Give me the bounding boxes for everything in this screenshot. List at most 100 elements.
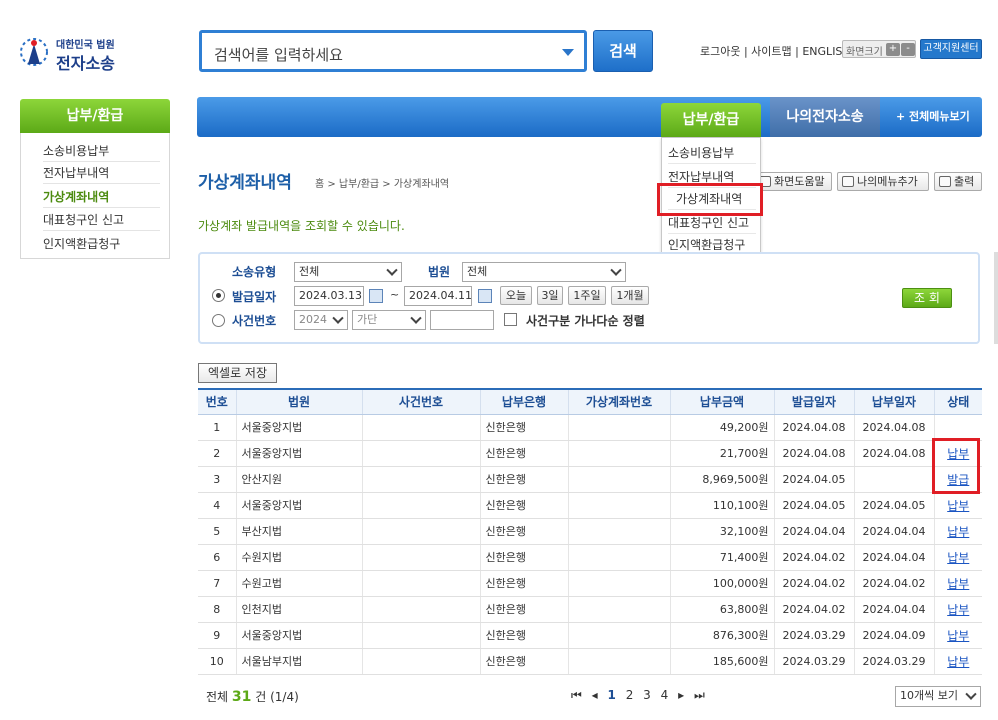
font-plus-button[interactable]: +: [886, 43, 900, 56]
sort-label: 사건구분 가나다순 정렬: [526, 314, 645, 328]
util-links[interactable]: 로그아웃 | 사이트맵 | ENGLISH: [700, 43, 851, 59]
bookmark-icon: [842, 176, 854, 187]
cell-status: 납부: [933, 648, 982, 675]
year-select[interactable]: 2024: [294, 310, 348, 330]
cell-issue: 2024.04.05: [773, 492, 854, 519]
date-to-input[interactable]: 2024.04.11: [404, 286, 472, 306]
status-link[interactable]: 납부: [947, 655, 969, 669]
add-my-menu-button[interactable]: 나의메뉴추가: [837, 172, 929, 191]
quick-today-button[interactable]: 오늘: [500, 286, 532, 305]
calendar-icon[interactable]: [478, 289, 492, 303]
customer-center-button[interactable]: 고객지원센터: [920, 39, 982, 59]
quick-1month-button[interactable]: 1개월: [611, 286, 649, 305]
sidebar-item-representative[interactable]: 대표청구인 신고: [43, 209, 160, 231]
table-row[interactable]: 1 서울중앙지법 신한은행 49,200원 2024.04.08 2024.04.08: [198, 414, 982, 441]
first-page-icon[interactable]: ⏮: [571, 688, 582, 702]
cell-account: [567, 622, 670, 649]
table-row[interactable]: 4 서울중앙지법 신한은행 110,100원 2024.04.05 2024.04.05 납…: [198, 492, 982, 519]
court-select[interactable]: 전체: [462, 262, 626, 282]
nav-item-payment[interactable]: 납부/환급: [661, 103, 761, 137]
cell-amount: 110,100원: [669, 492, 774, 519]
cell-court: 서울중앙지법: [235, 622, 362, 649]
cell-bank: 신한은행: [479, 570, 568, 597]
help-button[interactable]: 화면도움말: [754, 172, 832, 191]
status-link[interactable]: 납부: [947, 629, 969, 643]
page-link[interactable]: 1: [608, 688, 616, 702]
next-page-icon[interactable]: ▸: [678, 688, 684, 702]
cell-case: [361, 414, 480, 441]
status-link[interactable]: 납부: [947, 551, 969, 565]
table-row[interactable]: 7 수원고법 신한은행 100,000원 2024.04.02 2024.04.02 납부: [198, 570, 982, 597]
table-row[interactable]: 10 서울남부지법 신한은행 185,600원 2024.03.29 2024.03.29…: [198, 648, 982, 675]
nav-item-delivery[interactable]: 송달문서확인: [313, 0, 425, 40]
table-row[interactable]: 6 수원지법 신한은행 71,400원 2024.04.02 2024.04.04 납부: [198, 544, 982, 571]
case-number-label: 사건번호: [232, 314, 277, 328]
cell-no: 2: [198, 440, 236, 467]
cell-account: [567, 466, 670, 493]
issue-date-radio[interactable]: [212, 289, 225, 302]
cell-no: 5: [198, 518, 236, 545]
sort-checkbox[interactable]: [504, 313, 517, 326]
cell-court: 수원고법: [235, 570, 362, 597]
table-row[interactable]: 5 부산지법 신한은행 32,100원 2024.04.04 2024.04.04 납부: [198, 518, 982, 545]
court-logo[interactable]: 대한민국 법원 전자소송: [16, 34, 126, 74]
page-link[interactable]: 3: [643, 688, 651, 702]
case-serial-input[interactable]: [430, 310, 494, 330]
quick-3day-button[interactable]: 3일: [537, 286, 563, 305]
cell-paid: 2024.04.04: [853, 518, 934, 545]
nav-item-view-issue[interactable]: 열람/발급: [425, 0, 541, 40]
cell-court: 인천지법: [235, 596, 362, 623]
page-link[interactable]: 2: [626, 688, 634, 702]
col-header: 납부은행: [479, 388, 568, 415]
sidebar-item-payment[interactable]: 소송비용납부: [43, 140, 160, 162]
per-page-select[interactable]: 10개씩 보기: [895, 686, 981, 707]
nav-item-submit[interactable]: 서류제출: [197, 0, 313, 40]
calendar-icon[interactable]: [369, 289, 383, 303]
cell-case: [361, 492, 480, 519]
status-link[interactable]: 납부: [947, 499, 969, 513]
query-button[interactable]: 조 회: [902, 288, 952, 308]
dropdown-item-payment[interactable]: 소송비용납부: [668, 142, 756, 164]
scrollbar[interactable]: [994, 252, 998, 344]
status-link[interactable]: 납부: [947, 603, 969, 617]
table-row[interactable]: 2 서울중앙지법 신한은행 21,700원 2024.04.08 2024.04.08 납부: [198, 440, 982, 467]
nav-item-my-litigation[interactable]: 나의전자소송: [770, 97, 880, 137]
nav-item-certificate[interactable]: 제증명: [541, 0, 655, 40]
excel-save-button[interactable]: 엑셀로 저장: [198, 363, 277, 383]
case-kind-select[interactable]: 가단: [352, 310, 426, 330]
cell-bank: 신한은행: [479, 440, 568, 467]
cell-issue: 2024.04.08: [773, 414, 854, 441]
prev-page-icon[interactable]: ◂: [592, 688, 598, 702]
case-type-label: 소송유형: [232, 265, 277, 279]
cell-status: 납부: [933, 596, 982, 623]
all-menu-button[interactable]: + 전체메뉴보기: [896, 97, 970, 137]
status-link[interactable]: 납부: [947, 525, 969, 539]
cell-paid: 2024.04.09: [853, 622, 934, 649]
cell-amount: 63,800원: [669, 596, 774, 623]
cell-issue: 2024.04.04: [773, 518, 854, 545]
font-minus-button[interactable]: -: [901, 43, 915, 56]
sidebar-item-virtual-account[interactable]: 가상계좌내역: [43, 186, 160, 208]
case-type-select[interactable]: 전체: [294, 262, 402, 282]
court-value: 전체: [467, 265, 488, 278]
quick-1week-button[interactable]: 1주일: [568, 286, 606, 305]
status-link[interactable]: 납부: [947, 577, 969, 591]
cell-amount: 21,700원: [669, 440, 774, 467]
table-row[interactable]: 8 인천지법 신한은행 63,800원 2024.04.02 2024.04.04 납부: [198, 596, 982, 623]
table-row[interactable]: 3 안산지원 신한은행 8,969,500원 2024.04.05 발급: [198, 466, 982, 493]
cell-amount: 49,200원: [669, 414, 774, 441]
cell-case: [361, 622, 480, 649]
cell-court: 안산지원: [235, 466, 362, 493]
sidebar-item-e-payment-history[interactable]: 전자납부내역: [43, 162, 160, 184]
last-page-icon[interactable]: ⏭: [694, 688, 705, 702]
print-button[interactable]: 출력: [934, 172, 982, 191]
page-link[interactable]: 4: [661, 688, 669, 702]
table-row[interactable]: 9 서울중앙지법 신한은행 876,300원 2024.03.29 2024.04.09 납…: [198, 622, 982, 649]
sidebar-item-refund[interactable]: 인지액환급청구: [43, 233, 160, 255]
case-number-radio[interactable]: [212, 314, 225, 327]
date-from-input[interactable]: 2024.03.13: [294, 286, 364, 306]
cell-paid: 2024.04.04: [853, 596, 934, 623]
chevron-down-icon[interactable]: [562, 49, 574, 56]
cell-case: [361, 648, 480, 675]
highlight-box: [657, 183, 763, 216]
